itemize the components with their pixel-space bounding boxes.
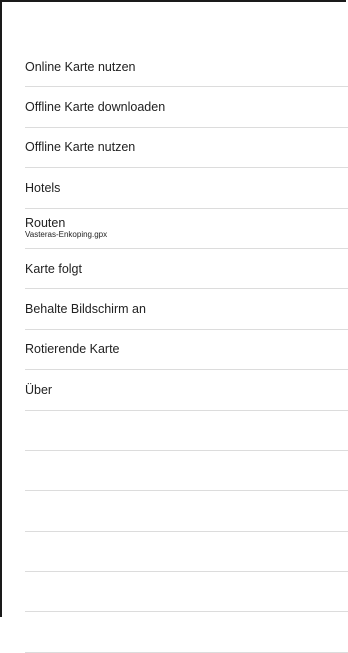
menu-item-sublabel-route-file: Vasteras-Enkoping.gpx [25, 230, 108, 240]
menu-item-online-map[interactable]: Online Karte nutzen [4, 47, 348, 88]
empty-list-row [4, 411, 348, 452]
empty-list-row [4, 612, 348, 653]
menu-item-label: Hotels [25, 180, 61, 195]
menu-item-label: Online Karte nutzen [25, 59, 136, 74]
menu-item-label: Routen [25, 216, 66, 231]
menu-item-keep-screen-on[interactable]: Behalte Bildschirm an [4, 289, 348, 331]
side-menu-panel: Online Karte nutzen Offline Karte downlo… [0, 0, 348, 653]
menu-item-label: Über [25, 382, 53, 397]
menu-item-download-offline-map[interactable]: Offline Karte downloaden [4, 87, 348, 129]
menu-item-label: Behalte Bildschirm an [25, 302, 146, 317]
menu-item-offline-map[interactable]: Offline Karte nutzen [4, 128, 348, 169]
settings-menu-list: Online Karte nutzen Offline Karte downlo… [4, 47, 348, 653]
menu-item-map-follows[interactable]: Karte folgt [4, 249, 348, 290]
empty-list-row [4, 451, 348, 492]
menu-item-rotating-map[interactable]: Rotierende Karte [4, 330, 348, 371]
menu-item-label: Offline Karte nutzen [25, 140, 136, 155]
menu-item-label: Offline Karte downloaden [25, 100, 166, 115]
menu-item-about[interactable]: Über [4, 370, 348, 411]
menu-item-hotels[interactable]: Hotels [4, 168, 348, 209]
menu-item-label: Rotierende Karte [25, 342, 120, 357]
empty-list-row [4, 532, 348, 573]
empty-list-row [4, 491, 348, 533]
menu-item-label: Karte folgt [25, 261, 82, 276]
empty-list-row [4, 572, 348, 613]
menu-item-routes[interactable]: Routen Vasteras-Enkoping.gpx [4, 209, 348, 250]
